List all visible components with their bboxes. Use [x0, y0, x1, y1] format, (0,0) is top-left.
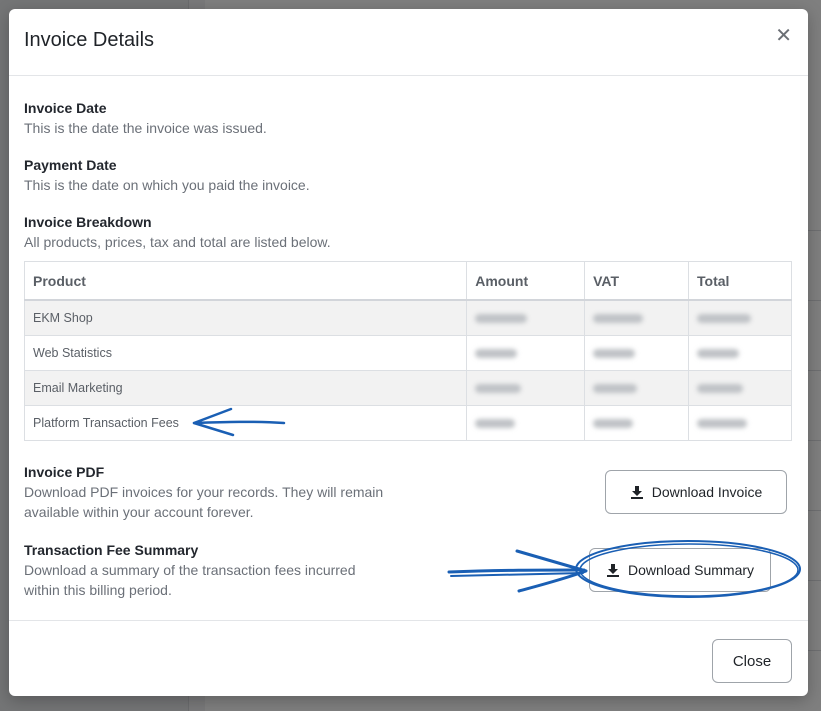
arrow-annotation — [447, 568, 586, 574]
table-row: Platform Transaction Fees — [23, 405, 792, 441]
amount-cell-redacted — [466, 370, 586, 406]
payment-date-label: Payment Date — [24, 157, 117, 173]
close-button[interactable]: Close — [712, 639, 792, 683]
download-summary-button[interactable]: Download Summary — [589, 548, 771, 592]
download-summary-label: Download Summary — [627, 562, 755, 578]
column-header-amount: Amount — [466, 261, 586, 301]
column-header-product: Product — [23, 261, 468, 301]
arrow-annotation — [515, 549, 588, 593]
vat-cell-redacted — [584, 335, 690, 371]
column-header-vat: VAT — [584, 261, 690, 301]
footer-divider — [9, 620, 808, 621]
fee-summary-description-line2: within this billing period. — [24, 582, 172, 598]
modal-title: Invoice Details — [24, 29, 155, 51]
table-row: EKM Shop — [23, 299, 792, 336]
vat-cell-redacted — [584, 299, 690, 336]
total-cell-redacted — [688, 370, 792, 406]
product-cell: Web Statistics — [23, 335, 468, 371]
invoice-breakdown-description: All products, prices, tax and total are … — [24, 234, 331, 250]
fee-summary-label: Transaction Fee Summary — [24, 542, 199, 558]
amount-cell-redacted — [466, 299, 586, 336]
total-cell-redacted — [688, 335, 792, 371]
column-header-total: Total — [688, 261, 792, 301]
total-cell-redacted — [688, 405, 792, 441]
invoice-pdf-description-line2: available within your account forever. — [24, 504, 254, 520]
download-icon — [606, 564, 619, 577]
download-invoice-button[interactable]: Download Invoice — [605, 470, 787, 514]
product-cell: Platform Transaction Fees — [23, 405, 468, 441]
invoice-details-modal: Invoice Details ✕ Invoice Date This is t… — [9, 9, 808, 696]
table-row: Email Marketing — [23, 370, 792, 406]
vat-cell-redacted — [584, 370, 690, 406]
fee-summary-description-line1: Download a summary of the transaction fe… — [24, 562, 356, 578]
amount-cell-redacted — [466, 335, 586, 371]
arrow-annotation — [450, 572, 584, 577]
invoice-pdf-description-line1: Download PDF invoices for your records. … — [24, 484, 384, 500]
total-cell-redacted — [688, 299, 792, 336]
product-cell: Email Marketing — [23, 370, 468, 406]
modal-header: Invoice Details ✕ — [9, 9, 808, 76]
invoice-pdf-label: Invoice PDF — [24, 464, 105, 480]
invoice-breakdown-label: Invoice Breakdown — [24, 214, 152, 230]
invoice-date-label: Invoice Date — [24, 100, 107, 116]
table-header-row: Product Amount VAT Total — [23, 261, 792, 301]
table-row: Web Statistics — [23, 335, 792, 371]
download-invoice-label: Download Invoice — [651, 484, 763, 500]
invoice-date-description: This is the date the invoice was issued. — [24, 120, 267, 136]
product-cell: EKM Shop — [23, 299, 468, 336]
payment-date-description: This is the date on which you paid the i… — [24, 177, 310, 193]
vat-cell-redacted — [584, 405, 690, 441]
close-button-label: Close — [732, 652, 772, 670]
download-icon — [630, 486, 643, 499]
amount-cell-redacted — [466, 405, 586, 441]
close-icon[interactable]: ✕ — [775, 26, 792, 46]
invoice-breakdown-table: Product Amount VAT Total EKM Shop Web St… — [23, 261, 792, 441]
